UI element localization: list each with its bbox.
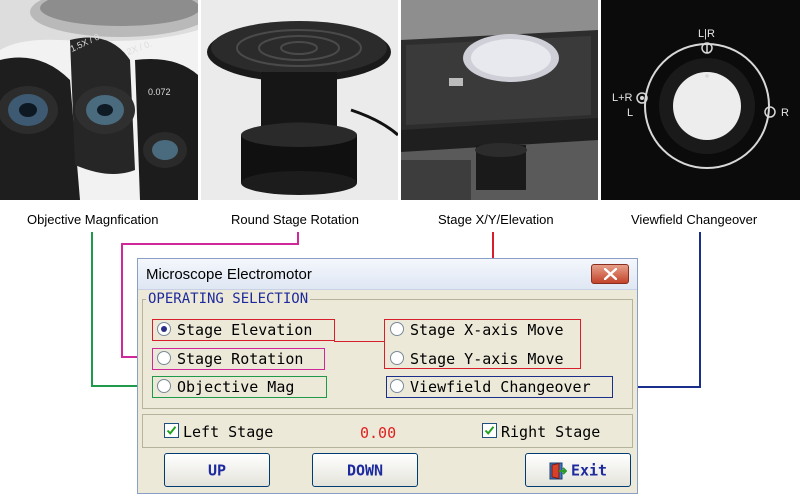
caption-stage-xy: Stage X/Y/Elevation [438, 212, 554, 227]
radio-selected-indicator [157, 322, 171, 336]
left-stage-checkbox[interactable]: Left Stage [164, 423, 273, 441]
exit-door-icon [549, 462, 567, 479]
up-button-label: UP [207, 461, 227, 480]
radio-stage-rotation[interactable]: Stage Rotation [157, 349, 303, 369]
dial-label-top: L|R [698, 28, 715, 40]
close-icon [604, 268, 617, 280]
caption-viewfield: Viewfield Changeover [631, 212, 758, 227]
radio-label: Stage Y-axis Move [410, 350, 564, 368]
radio-viewfield[interactable]: Viewfield Changeover [390, 377, 591, 397]
radio-indicator [390, 322, 404, 336]
radio-indicator [157, 351, 171, 365]
radio-indicator [390, 351, 404, 365]
dial-label-left: L [627, 107, 633, 119]
round-stage-photo [201, 0, 398, 200]
callout-line-viewfield [699, 232, 701, 388]
up-button[interactable]: UP [164, 453, 270, 487]
dial-label-right: R [781, 107, 789, 119]
radio-objective-mag[interactable]: Objective Mag [157, 377, 294, 397]
down-button[interactable]: DOWN [312, 453, 418, 487]
checkbox-box [482, 423, 497, 438]
radio-label: Viewfield Changeover [410, 378, 591, 396]
radio-label: Objective Mag [177, 378, 295, 396]
radio-stage-y[interactable]: Stage Y-axis Move [390, 349, 564, 369]
callout-line-round-stage-v [121, 243, 123, 358]
right-stage-checkbox[interactable]: Right Stage [482, 423, 600, 441]
callout-line-round-stage-h [121, 243, 299, 245]
dial-label-left-top: L+R [612, 92, 633, 104]
close-button[interactable] [591, 264, 629, 284]
objective-label-c: 0.072 [148, 87, 171, 97]
down-button-label: DOWN [346, 461, 384, 480]
group-label: OPERATING SELECTION [146, 291, 311, 307]
caption-round-stage: Round Stage Rotation [231, 212, 359, 227]
radio-indicator [157, 379, 171, 393]
radio-label: Stage X-axis Move [410, 321, 564, 339]
highlight-link [334, 341, 385, 342]
position-value: 0.00 [360, 424, 397, 442]
radio-stage-elevation[interactable]: Stage Elevation [157, 320, 312, 340]
radio-indicator [390, 379, 404, 393]
checkbox-box [164, 423, 179, 438]
checkmark-icon [484, 426, 495, 435]
electromotor-dialog: Microscope Electromotor OPERATING SELECT… [137, 258, 638, 494]
radio-label: Stage Rotation [177, 350, 304, 368]
checkbox-label: Left Stage [183, 423, 274, 441]
stage-xy-photo [401, 0, 598, 200]
objective-photo: 1.5X / 0 2X / 0. 0.072 [0, 0, 198, 200]
title-bar[interactable]: Microscope Electromotor [138, 259, 637, 290]
exit-button[interactable]: Exit [525, 453, 631, 487]
checkbox-label: Right Stage [501, 423, 601, 441]
radio-stage-x[interactable]: Stage X-axis Move [390, 320, 564, 340]
viewfield-dial-photo: L|R L+R L R [601, 0, 800, 200]
radio-label: Stage Elevation [177, 321, 313, 339]
window-title: Microscope Electromotor [146, 266, 312, 283]
exit-button-label: Exit [570, 461, 608, 480]
callout-line-objective [91, 232, 93, 387]
caption-objective: Objective Magnfication [27, 212, 159, 227]
checkmark-icon [166, 426, 177, 435]
